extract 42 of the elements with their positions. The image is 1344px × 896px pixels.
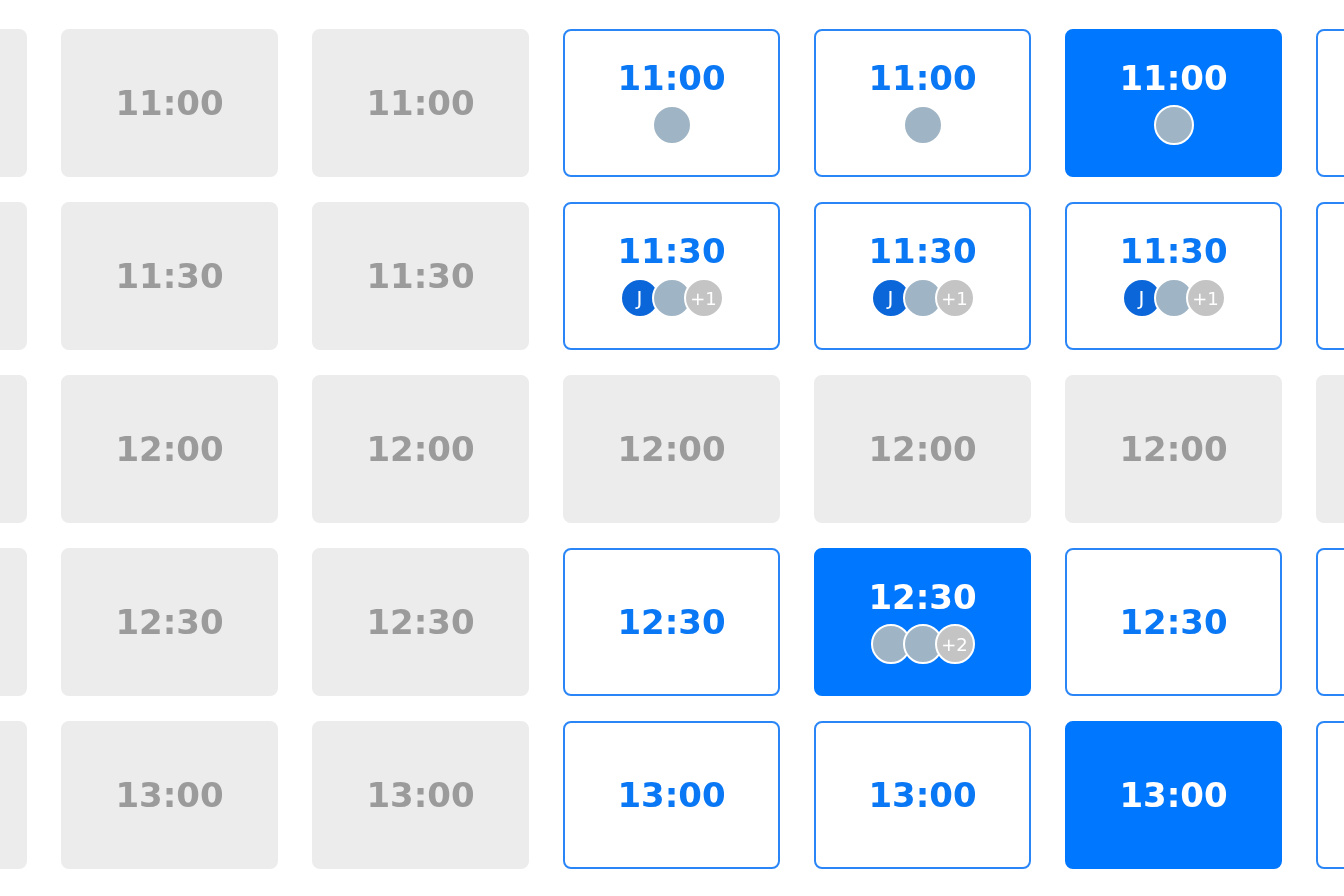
time-label: 12:30 bbox=[1119, 605, 1228, 639]
time-label: 12:00 bbox=[868, 432, 977, 466]
time-label: 13:00 bbox=[868, 778, 977, 812]
time-slot[interactable]: 11:30 J +1 bbox=[1065, 202, 1282, 350]
time-label: 12:30 bbox=[115, 605, 224, 639]
time-label: 11:00 bbox=[366, 86, 475, 120]
more-attendees-count: +1 bbox=[1185, 278, 1226, 318]
time-label: 12:30 bbox=[868, 580, 977, 614]
time-slot[interactable]: 13:00 bbox=[1065, 721, 1282, 869]
more-attendees-count: +2 bbox=[934, 624, 975, 664]
time-label: 12:30 bbox=[617, 605, 726, 639]
time-slot[interactable]: 12:30 bbox=[563, 548, 780, 696]
time-slot[interactable]: 11:00 bbox=[814, 29, 1031, 177]
time-label: 13:00 bbox=[617, 778, 726, 812]
time-label: 11:00 bbox=[115, 86, 224, 120]
time-label: 11:30 bbox=[115, 259, 224, 293]
time-label: 13:00 bbox=[366, 778, 475, 812]
time-slot[interactable]: 11:30 J +1 bbox=[563, 202, 780, 350]
time-label: 12:00 bbox=[1119, 432, 1228, 466]
time-label: 13:00 bbox=[1119, 778, 1228, 812]
time-slot[interactable]: 13:00 bbox=[814, 721, 1031, 869]
time-label: 11:30 bbox=[1119, 234, 1228, 268]
more-attendees-count: +1 bbox=[683, 278, 724, 318]
time-label: 12:30 bbox=[366, 605, 475, 639]
time-slot[interactable]: 13:00 bbox=[563, 721, 780, 869]
time-label: 12:00 bbox=[617, 432, 726, 466]
time-slot[interactable]: 12:30 +2 bbox=[814, 548, 1031, 696]
more-attendees-count: +1 bbox=[934, 278, 975, 318]
time-slot[interactable]: 11:00 bbox=[563, 29, 780, 177]
time-label: 11:30 bbox=[366, 259, 475, 293]
time-slot[interactable]: 12:30 bbox=[1065, 548, 1282, 696]
time-label: 11:00 bbox=[1119, 61, 1228, 95]
time-label: 12:00 bbox=[366, 432, 475, 466]
time-label: 13:00 bbox=[115, 778, 224, 812]
time-slot[interactable]: 11:30 J +1 bbox=[814, 202, 1031, 350]
time-label: 11:00 bbox=[868, 61, 977, 95]
avatar-photo-placeholder bbox=[1153, 105, 1194, 145]
time-label: 11:30 bbox=[617, 234, 726, 268]
time-label: 11:00 bbox=[617, 61, 726, 95]
time-slot[interactable]: 11:00 bbox=[1065, 29, 1282, 177]
time-label: 11:30 bbox=[868, 234, 977, 268]
time-label: 12:00 bbox=[115, 432, 224, 466]
